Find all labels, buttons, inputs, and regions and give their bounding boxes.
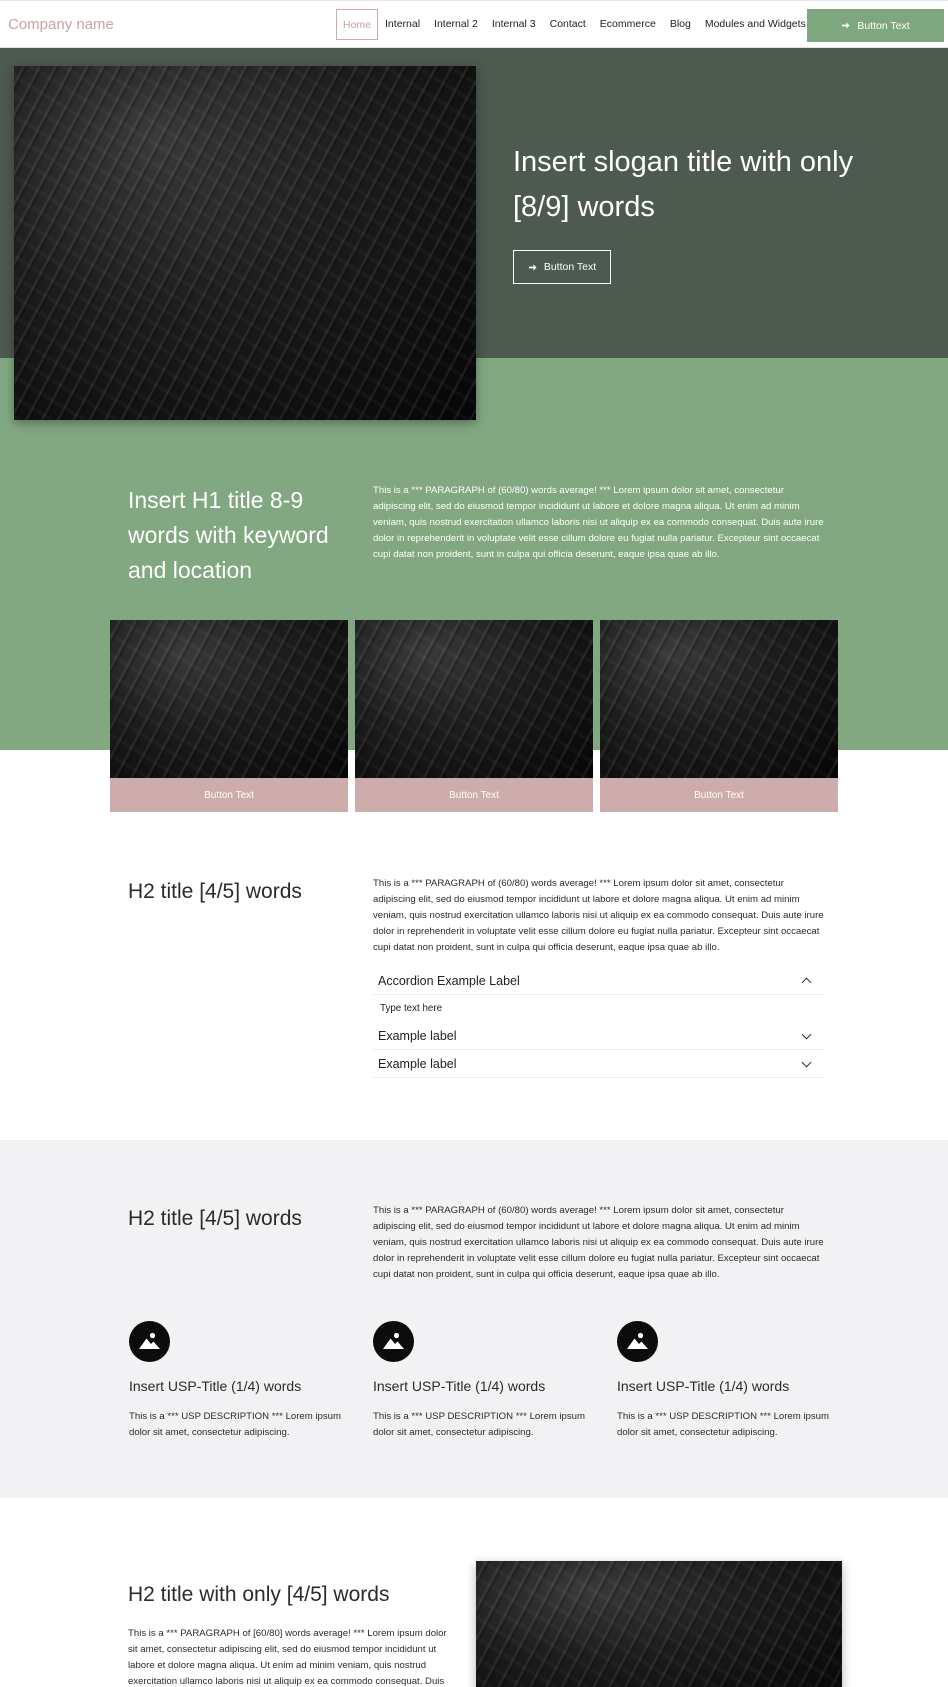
hero-cta-button[interactable]: Button Text <box>513 250 611 284</box>
bottom-image <box>476 1561 842 1687</box>
card: Button Text <box>355 620 593 812</box>
intro-paragraph: This is a *** PARAGRAPH of (60/80) words… <box>373 485 824 560</box>
usp-section-title: H2 title [4/5] words <box>128 1207 302 1230</box>
image-icon <box>129 1321 170 1362</box>
bottom-title: H2 title with only [4/5] words <box>128 1583 390 1606</box>
nav-internal-3[interactable]: Internal 3 <box>485 9 543 40</box>
image-icon <box>373 1321 414 1362</box>
nav-home[interactable]: Home <box>336 9 379 40</box>
usp-description: This is a *** USP DESCRIPTION *** Lorem … <box>129 1411 342 1438</box>
usp-title: Insert USP-Title (1/4) words <box>373 1378 546 1394</box>
card: Button Text <box>110 620 348 812</box>
card-button[interactable]: Button Text <box>355 778 593 812</box>
main-nav: Home Internal Internal 2 Internal 3 Cont… <box>336 9 813 40</box>
card-row: Button Text Button Text Button Text <box>110 620 838 812</box>
accordion-header[interactable]: Accordion Example Label <box>373 967 825 995</box>
accordion-label: Example label <box>378 1056 457 1071</box>
nav-contact[interactable]: Contact <box>543 9 593 40</box>
nav-blog[interactable]: Blog <box>663 9 698 40</box>
usp-item: Insert USP-Title (1/4) words This is a *… <box>129 1321 341 1441</box>
nav-ecommerce[interactable]: Ecommerce <box>593 9 663 40</box>
page-h1: Insert H1 title 8-9 words with keyword a… <box>128 487 329 583</box>
hero-cta-label: Button Text <box>543 261 597 273</box>
company-logo[interactable]: Company name <box>8 16 114 33</box>
site-header: Company name Home Internal Internal 2 In… <box>0 0 948 48</box>
accordion-header[interactable]: Example label <box>373 1050 825 1078</box>
usp-section-paragraph: This is a *** PARAGRAPH of (60/80) words… <box>373 1205 824 1280</box>
card-button[interactable]: Button Text <box>600 778 838 812</box>
chevron-down-icon <box>801 1057 812 1067</box>
header-cta-button[interactable]: Button Text <box>807 9 944 42</box>
accordion: Accordion Example Label Type text here E… <box>373 967 825 1078</box>
arrow-right-icon <box>842 22 850 29</box>
card-image <box>600 620 838 778</box>
usp-description: This is a *** USP DESCRIPTION *** Lorem … <box>617 1411 830 1438</box>
header-cta-label: Button Text <box>857 19 910 32</box>
hero-image <box>14 66 476 420</box>
usp-section <box>0 1140 948 1498</box>
card-button[interactable]: Button Text <box>110 778 348 812</box>
card: Button Text <box>600 620 838 812</box>
usp-item: Insert USP-Title (1/4) words This is a *… <box>373 1321 585 1441</box>
image-icon <box>617 1321 658 1362</box>
usp-item: Insert USP-Title (1/4) words This is a *… <box>617 1321 829 1441</box>
usp-description: This is a *** USP DESCRIPTION *** Lorem … <box>373 1411 586 1438</box>
faq-paragraph: This is a *** PARAGRAPH of (60/80) words… <box>373 878 824 953</box>
accordion-header[interactable]: Example label <box>373 1022 825 1050</box>
accordion-label: Example label <box>378 1028 457 1043</box>
usp-title: Insert USP-Title (1/4) words <box>129 1378 302 1394</box>
accordion-label: Accordion Example Label <box>378 973 520 988</box>
arrow-right-icon <box>528 263 537 271</box>
card-image <box>110 620 348 778</box>
faq-title: H2 title [4/5] words <box>128 880 302 903</box>
hero-title: Insert slogan title with only [8/9] word… <box>513 146 854 223</box>
accordion-body: Type text here <box>380 1003 443 1014</box>
card-image <box>355 620 593 778</box>
chevron-up-icon <box>801 977 812 988</box>
usp-title: Insert USP-Title (1/4) words <box>617 1378 790 1394</box>
nav-internal[interactable]: Internal <box>378 9 427 40</box>
nav-modules-and-widgets[interactable]: Modules and Widgets <box>698 9 813 40</box>
nav-internal-2[interactable]: Internal 2 <box>427 9 485 40</box>
bottom-paragraph: This is a *** PARAGRAPH of [60/80] words… <box>128 1628 447 1687</box>
chevron-down-icon <box>801 1029 812 1039</box>
